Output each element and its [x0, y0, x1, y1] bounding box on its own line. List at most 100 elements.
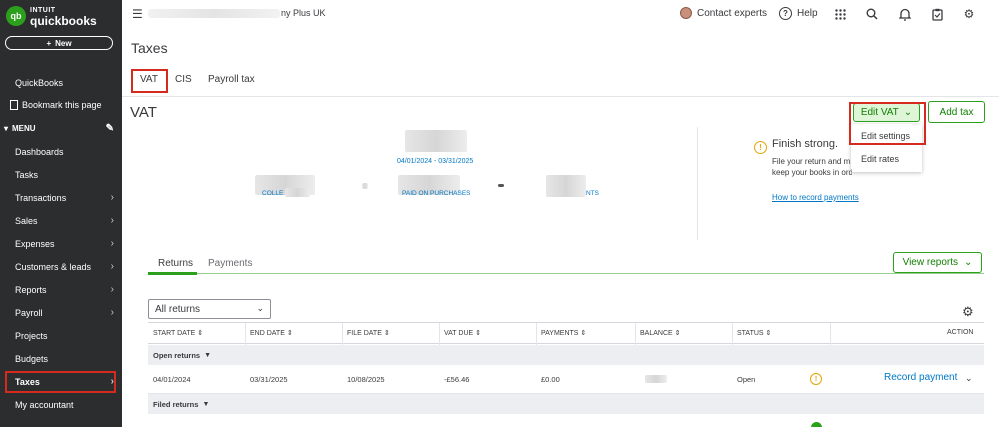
view-reports-label: View reports [902, 257, 958, 268]
tab-cis[interactable]: CIS [175, 74, 192, 85]
tab-payments[interactable]: Payments [208, 258, 252, 269]
plus-icon: + [46, 38, 52, 48]
search-icon[interactable] [864, 6, 880, 22]
new-button-label: New [55, 38, 72, 48]
open-returns-group[interactable]: Open returns ▼ [148, 345, 984, 365]
filter-value: All returns [155, 303, 201, 315]
sort-icon: ⇕ [674, 330, 681, 337]
logo-line-quickbooks: quickbooks [30, 14, 97, 28]
cell-balance-redacted [645, 375, 667, 383]
caret-down-icon: ▼ [202, 400, 210, 408]
chevron-right-icon: › [110, 307, 114, 318]
sidebar-item-label: Customers & leads [15, 262, 92, 272]
collected-label-redacted [285, 188, 310, 197]
sidebar-item-tasks[interactable]: Tasks [0, 164, 122, 186]
contact-experts-label: Contact experts [697, 7, 768, 19]
sidebar-item-dashboards[interactable]: Dashboards [0, 141, 122, 163]
vat-tab-highlight-box [131, 69, 168, 93]
col-file-date[interactable]: FILE DATE ⇕ [347, 329, 390, 337]
sidebar-item-payroll[interactable]: Payroll › [0, 302, 122, 324]
collected-label[interactable]: COLLE [262, 190, 283, 197]
col-action: ACTION [947, 329, 974, 336]
edit-vat-highlight-box [849, 102, 926, 145]
sidebar-item-projects[interactable]: Projects [0, 325, 122, 347]
table-settings-gear-icon[interactable]: ⚙ [962, 304, 974, 320]
chevron-down-icon: ⌄ [256, 303, 264, 313]
col-payments[interactable]: PAYMENTS ⇕ [541, 329, 586, 337]
sidebar-item-sales[interactable]: Sales › [0, 210, 122, 232]
sidebar-item-customers-leads[interactable]: Customers & leads › [0, 256, 122, 278]
how-to-record-payments-link[interactable]: How to record payments [772, 193, 859, 202]
chevron-down-icon[interactable]: ⌄ [965, 373, 973, 384]
menu-label: MENU [12, 123, 36, 133]
cell-vat-due: -£56.46 [444, 375, 470, 384]
help-label: Help [797, 8, 818, 19]
chevron-right-icon: › [110, 192, 114, 203]
expert-avatar [680, 7, 692, 19]
caret-down-icon: ▾ [4, 123, 9, 133]
sort-icon: ⇕ [765, 330, 772, 337]
sort-icon: ⇕ [383, 330, 390, 337]
summary-divider [697, 127, 698, 240]
col-vat-due[interactable]: VAT DUE ⇕ [444, 329, 481, 337]
tabs-divider [122, 96, 999, 97]
cell-status: Open [737, 375, 756, 384]
record-payment-link[interactable]: Record payment [884, 372, 957, 383]
sidebar-item-label: Bookmark this page [22, 100, 102, 110]
menu-header[interactable]: ▾ MENU ✎ [0, 118, 122, 138]
collapse-menu-icon[interactable]: ☰ [132, 7, 143, 21]
tab-returns[interactable]: Returns [158, 258, 193, 269]
sidebar: qb INTUIT quickbooks + New QuickBooks Bo… [0, 0, 122, 427]
net-label[interactable]: NTS [586, 190, 599, 197]
new-button[interactable]: + New [5, 36, 113, 50]
company-name-redacted [148, 9, 280, 18]
filed-returns-group[interactable]: Filed returns ▼ [148, 394, 984, 414]
paid-on-purchases-label[interactable]: PAID ON PURCHASES [402, 190, 471, 197]
returns-active-indicator [148, 272, 197, 275]
help-button[interactable]: ? Help [779, 7, 818, 20]
net-amount-redacted [546, 175, 586, 197]
table-row: 04/01/2024 03/31/2025 10/08/2025 -£56.46… [148, 365, 984, 394]
sidebar-item-label: Dashboards [15, 147, 64, 157]
cell-end-date: 03/31/2025 [250, 375, 288, 384]
page-title: Taxes [131, 40, 168, 56]
top-bar: ☰ ny Plus UK Contact experts ? Help ⚙ [122, 0, 999, 28]
sidebar-item-transactions[interactable]: Transactions › [0, 187, 122, 209]
add-tax-button[interactable]: Add tax [928, 101, 985, 123]
cell-file-date: 10/08/2025 [347, 375, 385, 384]
pencil-icon[interactable]: ✎ [106, 123, 114, 134]
quickbooks-logo-icon: qb [6, 6, 26, 26]
sidebar-item-quickbooks[interactable]: QuickBooks [0, 72, 122, 94]
apps-grid-icon[interactable] [832, 6, 848, 22]
tasks-clipboard-icon[interactable] [929, 6, 945, 22]
cell-payments: £0.00 [541, 375, 560, 384]
chevron-right-icon: › [110, 215, 114, 226]
quickbooks-logo[interactable]: qb INTUIT quickbooks [6, 6, 97, 28]
settings-gear-icon[interactable]: ⚙ [961, 6, 977, 22]
sidebar-item-reports[interactable]: Reports › [0, 279, 122, 301]
col-end-date[interactable]: END DATE ⇕ [250, 329, 293, 337]
finish-strong-title: Finish strong. [772, 138, 839, 150]
tab-payroll-tax[interactable]: Payroll tax [208, 74, 255, 85]
sidebar-item-bookmark[interactable]: Bookmark this page [0, 94, 122, 116]
chevron-right-icon: › [110, 238, 114, 249]
sidebar-item-label: Tasks [15, 170, 39, 180]
sidebar-item-expenses[interactable]: Expenses › [0, 233, 122, 255]
col-status[interactable]: STATUS ⇕ [737, 329, 771, 337]
sidebar-item-label: Payroll [15, 308, 43, 318]
contact-experts-button[interactable]: Contact experts [680, 7, 767, 19]
sort-icon: ⇕ [197, 330, 204, 337]
sidebar-item-my-accountant[interactable]: My accountant [0, 394, 122, 416]
col-balance[interactable]: BALANCE ⇕ [640, 329, 681, 337]
vat-heading: VAT [130, 104, 157, 121]
period-range-link[interactable]: 04/01/2024 - 03/31/2025 [397, 158, 473, 165]
sidebar-item-budgets[interactable]: Budgets [0, 348, 122, 370]
notifications-bell-icon[interactable] [897, 6, 913, 22]
returns-filter-select[interactable]: All returns ⌄ [148, 299, 271, 319]
view-reports-button[interactable]: View reports ⌄ [893, 252, 982, 273]
subtabs-divider [148, 273, 984, 274]
dropdown-edit-rates[interactable]: Edit rates [861, 154, 899, 164]
status-warning-icon: ! [810, 373, 822, 385]
col-start-date[interactable]: START DATE ⇕ [153, 329, 203, 337]
sidebar-item-label: Sales [15, 216, 38, 226]
